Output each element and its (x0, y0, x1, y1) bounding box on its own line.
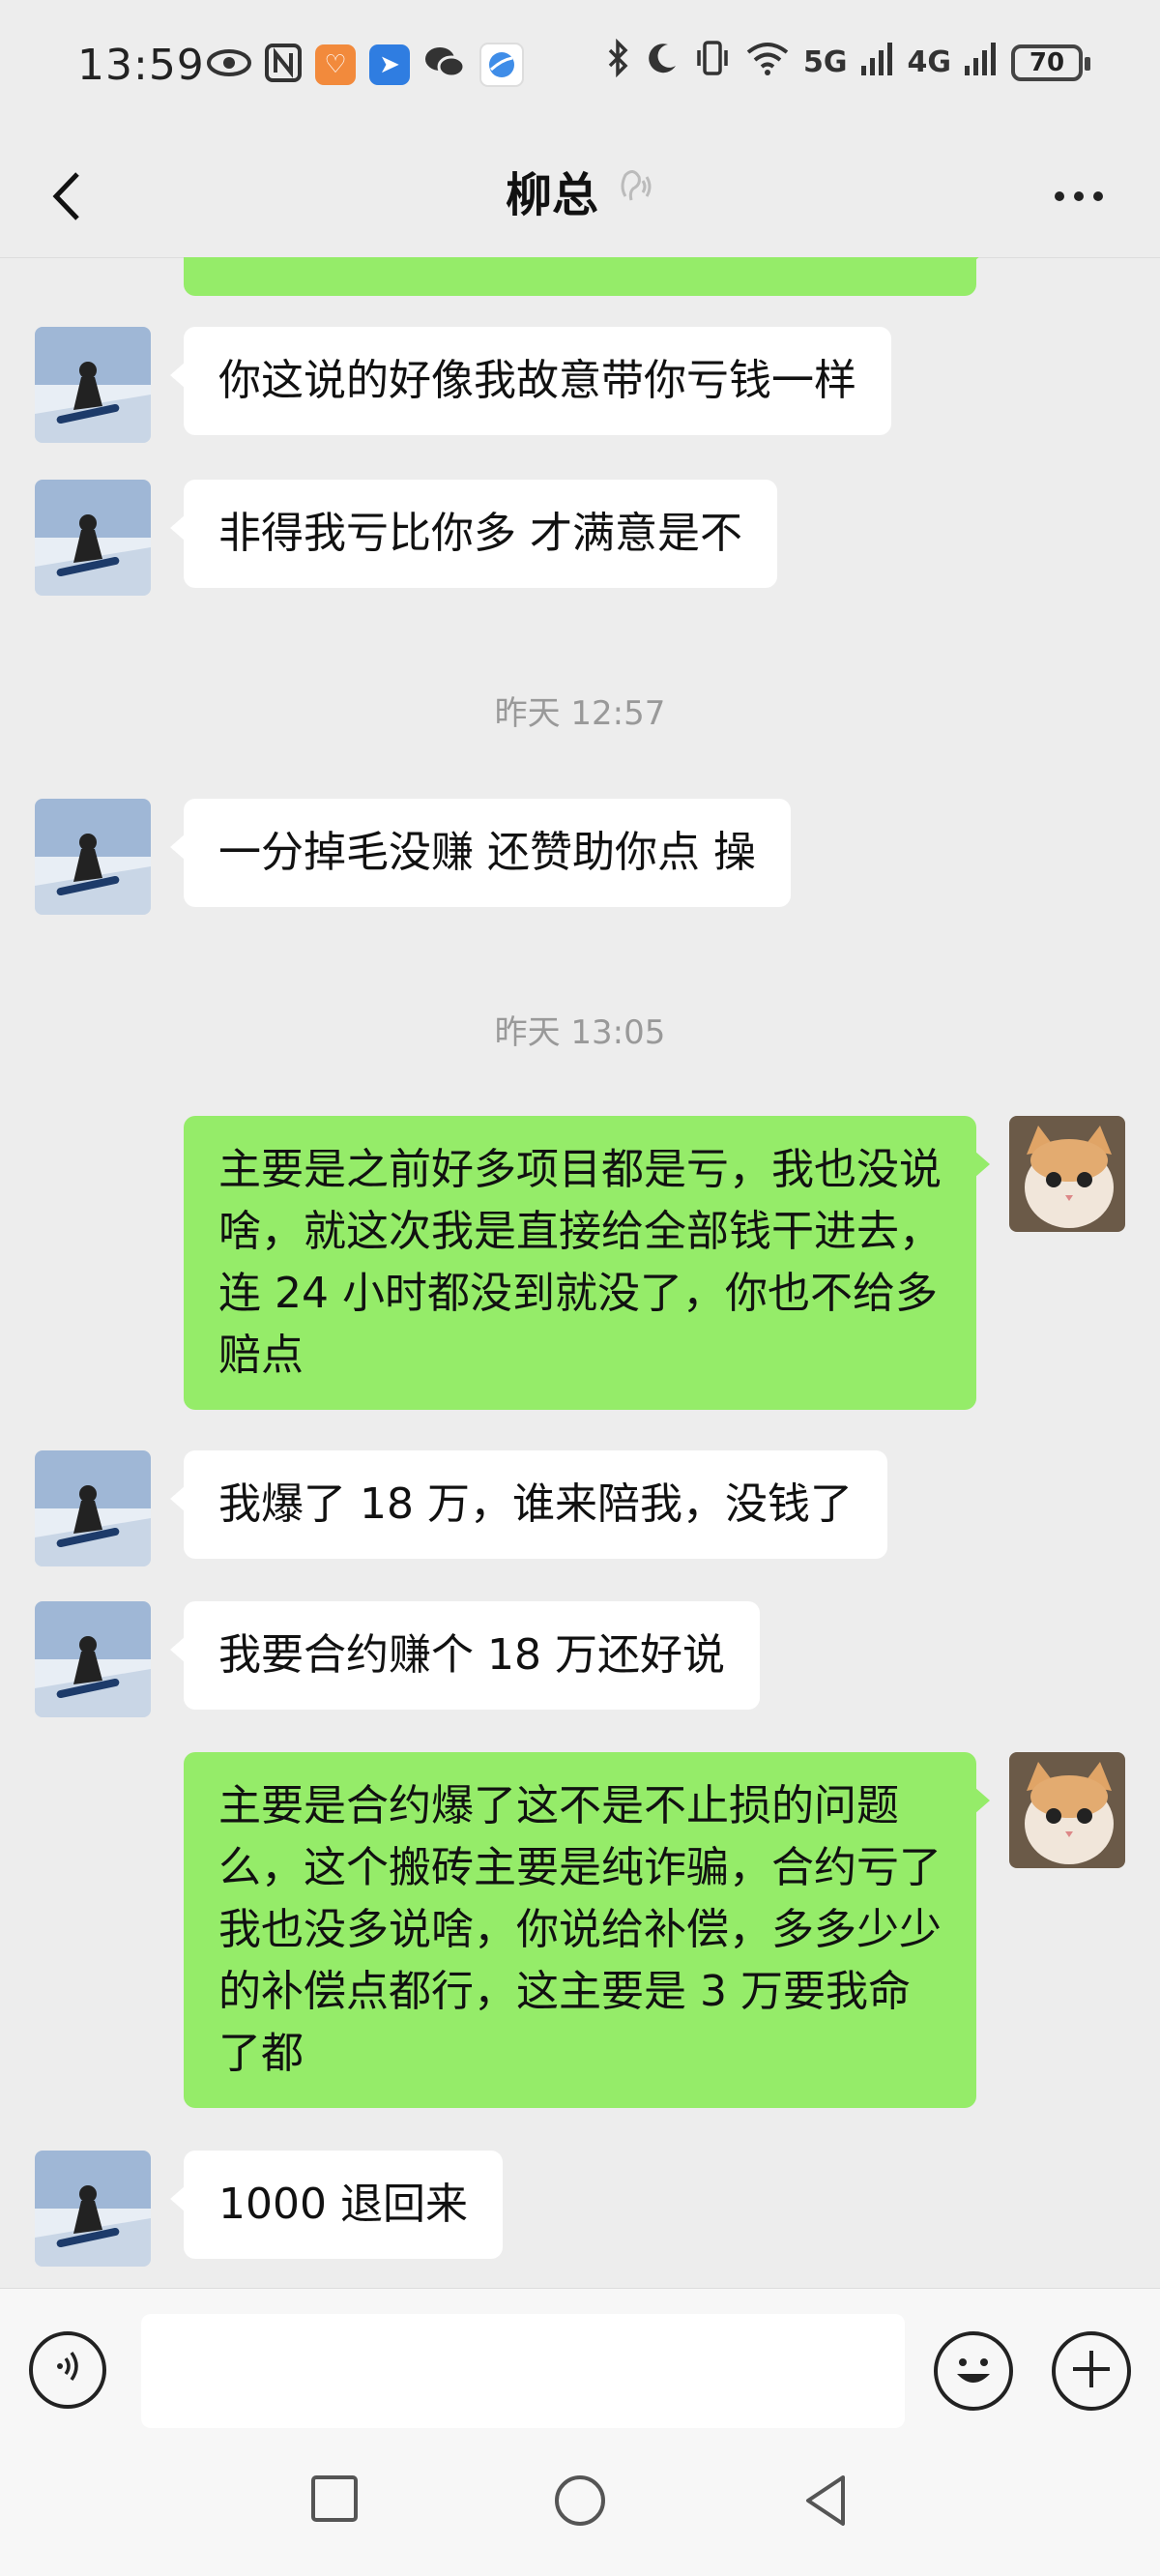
vibrate-icon (693, 39, 732, 86)
more-icon (1055, 191, 1103, 201)
more-button[interactable] (1040, 162, 1117, 230)
voice-icon (48, 2347, 87, 2394)
bluetooth-icon (606, 38, 631, 86)
avatar-self[interactable] (1009, 1752, 1125, 1868)
avatar[interactable] (35, 2151, 151, 2267)
timestamp: 昨天 12:57 (494, 694, 666, 733)
emoji-button[interactable] (934, 2331, 1013, 2411)
avatar[interactable] (35, 1450, 151, 1566)
signal-icon (965, 41, 998, 84)
nav-back-icon[interactable] (798, 2472, 853, 2533)
message-bubble-incoming[interactable]: 你这说的好像我故意带你亏钱一样 (170, 327, 891, 435)
message-bubble-incoming[interactable]: 非得我亏比你多 才满意是不 (170, 480, 777, 588)
wifi-icon (745, 41, 790, 84)
status-system-icons: 5G 4G 70 (606, 38, 1090, 86)
plus-icon (1067, 2345, 1116, 2397)
chat-header: 柳总 (0, 135, 1160, 258)
status-bar: 13:59 ♡ ➤ 5G 4G 70 (0, 0, 1160, 135)
message-bubble-incoming[interactable]: 一分掉毛没赚 还赞助你点 操 (170, 799, 791, 907)
message-bubble-incoming[interactable]: 我爆了 18 万，谁来陪我，没钱了 (170, 1450, 887, 1559)
eye-icon (207, 48, 251, 81)
message-bubble-partial[interactable] (184, 257, 990, 296)
chat-title: 柳总 (0, 157, 1160, 224)
browser-icon (479, 43, 524, 87)
battery-indicator: 70 (1011, 44, 1090, 81)
message-list[interactable]: 你这说的好像我故意带你亏钱一样 非得我亏比你多 才满意是不 昨天 12:57 一… (0, 257, 1160, 2288)
timestamp: 昨天 13:05 (494, 1013, 666, 1052)
message-input[interactable] (141, 2314, 905, 2428)
system-nav-bar (0, 2431, 1160, 2576)
status-time: 13:59 (77, 41, 205, 90)
avatar[interactable] (35, 480, 151, 596)
avatar-self[interactable] (1009, 1116, 1125, 1232)
nav-square-icon[interactable] (307, 2472, 362, 2530)
avatar[interactable] (35, 327, 151, 443)
nfc-icon (265, 44, 302, 86)
moon-icon (645, 41, 680, 84)
input-bar (0, 2288, 1160, 2432)
wechat-icon (423, 44, 466, 85)
earpiece-icon (616, 167, 654, 215)
app-blue-icon: ➤ (369, 44, 410, 85)
app-orange-icon: ♡ (315, 44, 356, 85)
emoji-icon (938, 2358, 1009, 2411)
avatar[interactable] (35, 1601, 151, 1717)
status-app-icons: ♡ ➤ (207, 43, 524, 87)
signal-icon (860, 41, 894, 84)
more-functions-button[interactable] (1052, 2331, 1131, 2411)
message-bubble-outgoing[interactable]: 主要是之前好多项目都是亏，我也没说啥，就这次我是直接给全部钱干进去，连 24 小… (184, 1116, 990, 1410)
message-bubble-incoming[interactable]: 我要合约赚个 18 万还好说 (170, 1601, 760, 1710)
contact-name: 柳总 (505, 168, 598, 222)
voice-input-button[interactable] (29, 2331, 106, 2409)
network-5g-label: 5G (803, 45, 848, 79)
avatar[interactable] (35, 799, 151, 915)
network-4g-label: 4G (907, 45, 952, 79)
message-bubble-outgoing[interactable]: 主要是合约爆了这不是不止损的问题么，这个搬砖主要是纯诈骗，合约亏了我也没多说啥，… (184, 1752, 990, 2108)
message-bubble-incoming[interactable]: 1000 退回来 (170, 2151, 503, 2259)
nav-circle-icon[interactable] (551, 2472, 609, 2533)
